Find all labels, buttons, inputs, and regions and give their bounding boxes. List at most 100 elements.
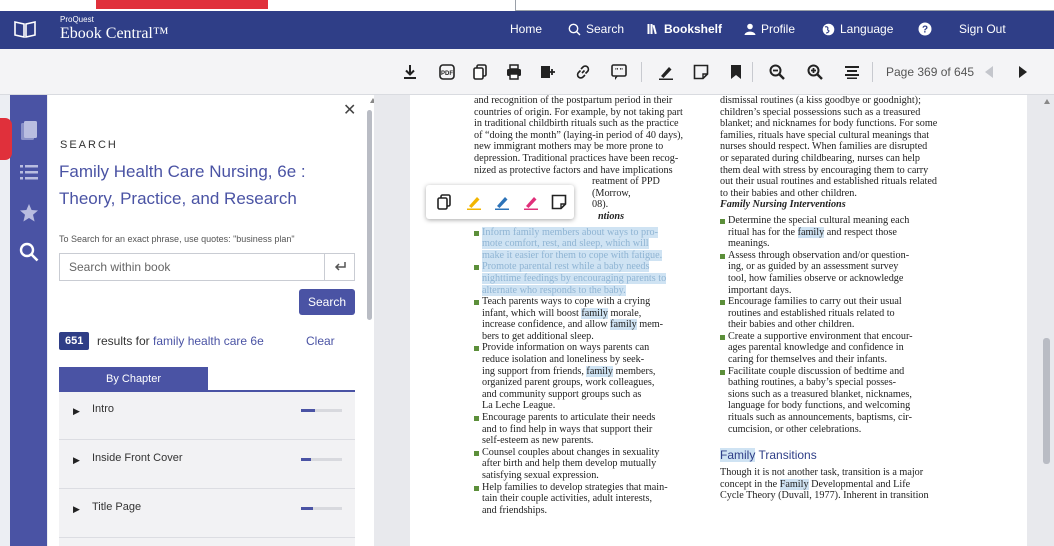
bullet-item[interactable]: Counsel couples about changes in sexuali… (474, 447, 700, 459)
text-fragment: Developmental and Life (808, 478, 911, 490)
text-line: meanings. (728, 238, 770, 250)
copy-icon[interactable] (471, 63, 489, 81)
bullet-item[interactable]: Inform family members about ways to pro- (474, 226, 700, 239)
nav-home[interactable]: Home (510, 22, 542, 36)
highlighted-text: members about ways to pro- (539, 226, 658, 238)
search-hit: family (586, 365, 614, 377)
expand-arrow-icon[interactable]: ▶ (73, 455, 80, 466)
svg-text:?: ? (922, 25, 928, 36)
bullet-item[interactable]: Provide information on ways parents can (474, 342, 700, 354)
star-icon[interactable] (18, 202, 40, 224)
bookmark-icon[interactable] (727, 63, 745, 81)
nav-search[interactable]: Search (568, 22, 624, 36)
text-line: and recognition of the postpartum period… (474, 95, 673, 106)
text-fragment: Transitions (755, 448, 817, 463)
scroll-thumb[interactable] (367, 110, 372, 320)
next-page-icon[interactable] (1014, 63, 1032, 81)
expand-arrow-icon[interactable]: ▶ (73, 406, 80, 417)
zoom-in-icon[interactable] (806, 63, 824, 81)
text-line: ing, or as guided by an assessment surve… (728, 261, 899, 273)
brand-publisher: ProQuest (60, 15, 94, 24)
highlight-yellow-icon[interactable] (465, 193, 483, 211)
highlight-pen-icon[interactable] (657, 63, 675, 81)
text-line: to their babies and other children. (720, 187, 857, 199)
zoom-out-icon[interactable] (768, 63, 786, 81)
text-line: ing support from friends, family members… (474, 365, 700, 378)
text-line: tool, how families observe or acknowledg… (728, 272, 904, 284)
enter-icon[interactable] (324, 254, 354, 280)
nav-profile-label: Profile (761, 22, 796, 36)
nav-signout[interactable]: Sign Out (959, 22, 1006, 36)
text-line: ritual has for the family and respect th… (720, 226, 966, 239)
text-fragment: ing support from friends, (482, 365, 587, 377)
nav-language[interactable]: Language (822, 22, 893, 36)
panel-scrollbar[interactable] (366, 96, 376, 546)
text-line: reduce isolation and loneliness by seek- (482, 354, 645, 366)
chapter-list: ▶ Intro ▶ Inside Front Cover ▶ Title Pag… (59, 392, 355, 546)
list-icon[interactable] (18, 161, 40, 183)
previous-page-icon[interactable] (980, 63, 998, 81)
search-input[interactable] (60, 254, 324, 280)
bullet-item[interactable]: Promote parental rest while a baby needs (474, 261, 700, 273)
note-icon[interactable] (692, 63, 710, 81)
reader-scrollbar[interactable] (1040, 95, 1054, 546)
reader-toolbar: PDF "" Page 369 of 645 (0, 49, 1054, 95)
search-icon[interactable] (18, 241, 40, 263)
text-fragment: members, (613, 365, 656, 377)
bullet-item[interactable]: Determine the special cultural meaning e… (720, 215, 966, 227)
bullet-item[interactable]: Assess through observation and/or questi… (720, 250, 966, 262)
scroll-thumb[interactable] (1043, 338, 1050, 464)
full-width-icon[interactable] (843, 63, 861, 81)
scroll-up-icon[interactable] (1044, 99, 1050, 104)
pdf-icon[interactable]: PDF (438, 63, 456, 81)
text-line: their babies and other children. (728, 319, 855, 331)
text-line: and to find help in ways that support th… (482, 423, 653, 435)
copy-icon[interactable] (435, 193, 453, 211)
expand-arrow-icon[interactable]: ▶ (73, 504, 80, 515)
citation-icon[interactable]: "" (610, 63, 628, 81)
search-hint: To Search for an exact phrase, use quote… (59, 234, 295, 244)
bullet-item[interactable]: Create a supportive environment that enc… (720, 331, 966, 343)
text-line: or separated during childbearing, nurses… (720, 152, 920, 164)
text-line: routines and established rituals related… (728, 307, 895, 319)
search-icon (568, 23, 581, 35)
help-circle-icon[interactable]: ? (918, 22, 932, 36)
highlight-blue-icon[interactable] (493, 193, 511, 211)
bullet-item[interactable]: Help families to develop strategies that… (474, 482, 700, 494)
note-icon[interactable] (550, 193, 568, 211)
clear-link[interactable]: Clear (306, 334, 335, 348)
text-line: language for body functions, and welcomi… (728, 400, 911, 412)
add-to-list-icon[interactable] (539, 63, 557, 81)
bullet-item[interactable]: Teach parents ways to cope with a crying (474, 296, 700, 308)
nav-profile[interactable]: Profile (744, 22, 795, 36)
table-of-contents-icon[interactable] (18, 120, 40, 142)
tab-by-chapter[interactable]: By Chapter (59, 367, 208, 391)
highlight-pink-icon[interactable] (522, 193, 540, 211)
nav-bookshelf[interactable]: Bookshelf (647, 22, 722, 36)
text-line: in traditional childbirth rituals such a… (474, 118, 679, 130)
search-button[interactable]: Search (299, 289, 355, 315)
chapter-row[interactable]: ▶ Intro (59, 392, 355, 440)
chapter-row[interactable]: ▶ Title Page (59, 490, 355, 538)
link-icon[interactable] (574, 63, 592, 81)
bullet-item[interactable]: Encourage families to carry out their us… (720, 296, 966, 308)
text-line: La Leche League. (482, 400, 556, 412)
close-icon[interactable]: ✕ (343, 100, 356, 120)
text-line: after birth and help them develop mutual… (482, 458, 657, 470)
open-book-icon[interactable] (14, 19, 36, 39)
section-heading: Family Transitions (720, 448, 966, 463)
text-line: sions such as a treasured blanket, nickn… (728, 388, 912, 400)
download-icon[interactable] (401, 63, 419, 81)
text-line: caring for themselves and their infants. (728, 354, 887, 366)
text-line: nurses should respect. When families are… (720, 141, 928, 153)
results-summary: results for family health care 6e (97, 334, 264, 348)
text-line: bathing routines, a baby’s special posse… (728, 377, 897, 389)
bullet-item[interactable]: Encourage parents to articulate their ne… (474, 412, 700, 424)
brand-name[interactable]: Ebook Central™ (60, 25, 169, 43)
highlighted-text: make it easier for them to cope with fat… (482, 249, 663, 261)
page-indicator[interactable]: Page 369 of 645 (886, 65, 974, 79)
print-icon[interactable] (505, 63, 523, 81)
bullet-item[interactable]: Facilitate couple discussion of bedtime … (720, 366, 966, 378)
chapter-row[interactable]: ▶ Inside Front Cover (59, 441, 355, 489)
text-line: make it easier for them to cope with fat… (474, 249, 700, 262)
